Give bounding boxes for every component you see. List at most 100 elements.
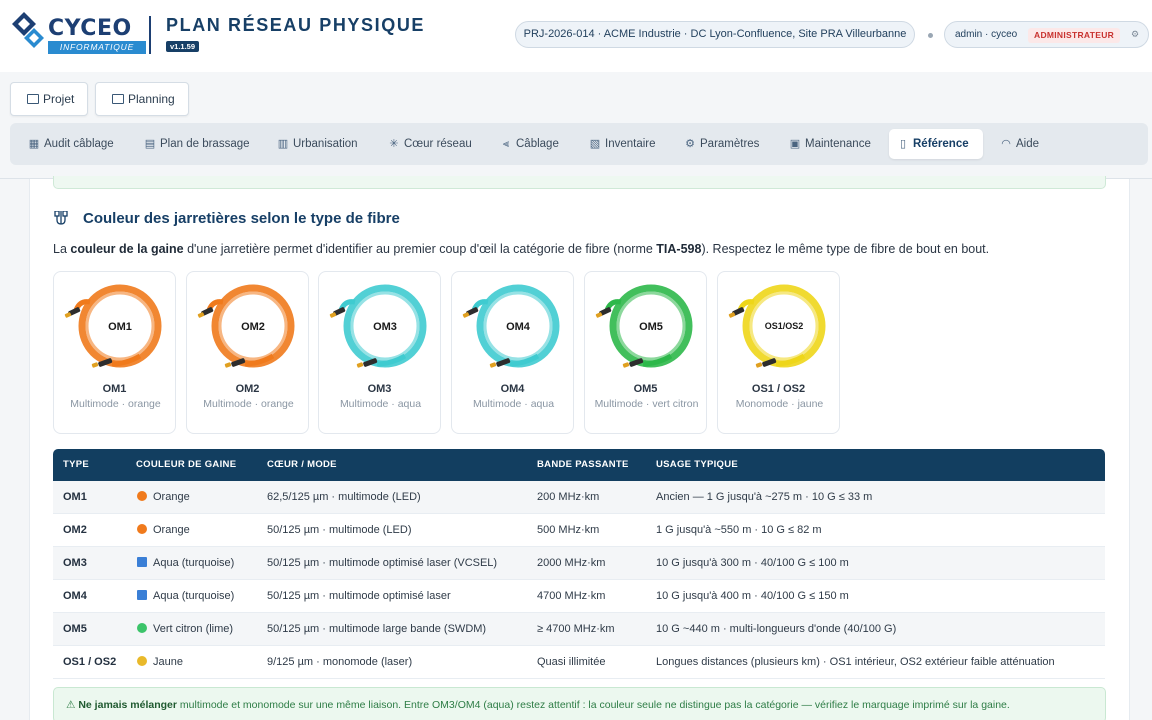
cell-couleur-label: Vert citron (lime) [153, 623, 234, 635]
cell-bande: 500 MHz·km [537, 524, 600, 536]
nav-aide[interactable]: ◠ Aide [992, 129, 1039, 159]
fiber-coil-icon: OM5 [595, 284, 693, 368]
cell-usage: 10 G ~440 m · multi-longueurs d'onde (40… [656, 623, 897, 635]
inventory-icon: ▧ [589, 138, 601, 150]
logo-subtitle: INFORMATIQUE [48, 41, 146, 54]
save-icon: ▣ [789, 138, 801, 150]
nav-label: Maintenance [805, 138, 871, 150]
nav-plan-de-brassage[interactable]: ▤ Plan de brassage [136, 129, 250, 159]
tab-planning-label: Planning [128, 92, 175, 106]
table-row: OM2 Orange 50/125 µm · multimode (LED) 500 … [53, 514, 1105, 547]
settings-gear-icon[interactable]: ⚙ [1131, 29, 1139, 40]
book-icon: ▯ [899, 138, 907, 150]
nav-label: Urbanisation [293, 138, 358, 150]
cable-icon: ⫷ [502, 138, 510, 150]
nav-urbanisation[interactable]: ▥ Urbanisation [269, 129, 358, 159]
tab-projet-label: Projet [43, 92, 75, 106]
tab-planning[interactable]: Planning [95, 82, 189, 116]
audit-icon: ▦ [28, 138, 40, 150]
nav-cablage[interactable]: ⫷ Câblage [492, 129, 559, 159]
cell-bande: 200 MHz·km [537, 491, 600, 503]
warning-text: multimode et monomode sur une même liais… [176, 699, 1010, 711]
user-menu[interactable]: admin · cyceo ADMINISTRATEUR ⚙ [944, 21, 1149, 48]
company-logo[interactable]: CYCEO INFORMATIQUE [12, 10, 146, 58]
nav-parametres[interactable]: ⚙ Paramètres [676, 129, 759, 159]
fiber-description: Multimode · orange [203, 398, 294, 410]
table-row: OM1 Orange 62,5/125 µm · multimode (LED) 20… [53, 481, 1105, 514]
fiber-coil-badge: OM1 [108, 321, 132, 333]
nav-label: Cœur réseau [404, 138, 472, 150]
warning-notice: ⚠ Ne jamais mélanger multimode et monomo… [53, 687, 1106, 720]
cell-couleur: Orange [137, 481, 190, 514]
fiber-connector-icon [54, 211, 68, 225]
fiber-name: OM5 [633, 383, 658, 395]
fiber-card-om1: OM1 OM1 Multimode · orange [53, 271, 176, 434]
cell-couleur: Orange [137, 514, 190, 547]
fiber-coil-badge: OM5 [639, 321, 663, 333]
logo-diamond-icon [12, 12, 44, 48]
cell-type: OM2 [63, 524, 87, 536]
fiber-name: OM3 [367, 383, 392, 395]
logo-name: CYCEO [48, 16, 132, 41]
core-network-icon: ✳ [389, 138, 399, 150]
cell-type: OM1 [63, 491, 87, 503]
fiber-description: Monomode · jaune [735, 398, 824, 410]
app-header: CYCEO INFORMATIQUE PLAN RÉSEAU PHYSIQUE … [0, 0, 1152, 72]
role-badge: ADMINISTRATEUR [1028, 28, 1121, 43]
cell-couleur: Jaune [137, 646, 183, 679]
cell-bande: Quasi illimitée [537, 656, 606, 668]
cell-couleur-label: Orange [153, 524, 190, 536]
intro-bold-norme: TIA-598 [656, 242, 702, 256]
color-swatch-icon [137, 524, 147, 534]
previous-notice-bottom [53, 176, 1106, 189]
section-title: Couleur des jarretières selon le type de… [83, 210, 400, 227]
fiber-card-om3: OM3 OM3 Multimode · aqua [318, 271, 441, 434]
cell-coeur: 62,5/125 µm · multimode (LED) [267, 491, 421, 503]
version-badge: v1.1.59 [166, 41, 200, 52]
section-intro: La couleur de la gaine d'une jarretière … [53, 242, 1113, 256]
table-row: OM4 Aqua (turquoise) 50/125 µm · multimode… [53, 580, 1105, 613]
cell-type: OM3 [63, 557, 87, 569]
fiber-coil-badge: OS1/OS2 [765, 321, 804, 331]
cell-couleur-label: Aqua (turquoise) [153, 557, 235, 569]
cell-couleur-label: Jaune [153, 656, 183, 668]
col-header-coeur: CŒUR / MODE [267, 459, 337, 470]
nav-label: Plan de brassage [160, 138, 250, 150]
nav-label: Câblage [516, 138, 559, 150]
fiber-coil-icon: OS1/OS2 [728, 284, 826, 368]
fiber-coil-icon: OM4 [462, 284, 560, 368]
fiber-coil-badge: OM4 [506, 321, 531, 333]
col-header-usage: USAGE TYPIQUE [656, 459, 739, 470]
main-navigation: ▦ Audit câblage ▤ Plan de brassage ▥ Urbani… [10, 123, 1148, 165]
rack-icon: ▥ [277, 138, 289, 150]
color-swatch-icon [137, 557, 147, 567]
nav-reference[interactable]: ▯ Référence [889, 129, 983, 159]
nav-maintenance[interactable]: ▣ Maintenance [781, 129, 871, 159]
color-swatch-icon [137, 590, 147, 600]
fiber-card-om4: OM4 OM4 Multimode · aqua [451, 271, 574, 434]
cell-usage: Ancien — 1 G jusqu'à ~275 m · 10 G ≤ 33 … [656, 491, 873, 503]
nav-inventaire[interactable]: ▧ Inventaire [581, 129, 656, 159]
fiber-name: OM2 [235, 383, 260, 395]
table-row: OS1 / OS2 Jaune 9/125 µm · monomode (laser… [53, 646, 1105, 679]
cell-couleur-label: Aqua (turquoise) [153, 590, 235, 602]
cell-usage: Longues distances (plusieurs km) · OS1 i… [656, 656, 1055, 668]
project-selector[interactable]: PRJ-2026-014 · ACME Industrie · DC Lyon-… [515, 21, 915, 48]
cell-coeur: 50/125 µm · multimode optimisé laser (VC… [267, 557, 498, 569]
calendar-icon [112, 94, 124, 104]
nav-label: Aide [1016, 138, 1040, 150]
nav-audit-cablage[interactable]: ▦ Audit câblage [20, 129, 114, 159]
fiber-name: OS1 / OS2 [751, 383, 806, 395]
warning-bold: Ne jamais mélanger [78, 699, 177, 711]
nav-label: Paramètres [700, 138, 760, 150]
fiber-coil-icon: OM1 [64, 284, 162, 368]
tab-projet[interactable]: Projet [10, 82, 88, 116]
patch-plan-icon: ▤ [144, 138, 156, 150]
headset-icon: ◠ [1001, 138, 1011, 150]
cell-couleur: Aqua (turquoise) [137, 547, 234, 580]
header-divider [149, 16, 151, 54]
nav-coeur-reseau[interactable]: ✳ Cœur réseau [380, 129, 472, 159]
fiber-coil-icon: OM3 [329, 284, 427, 368]
fiber-description: Multimode · aqua [339, 398, 422, 410]
cell-coeur: 50/125 µm · multimode optimisé laser [267, 590, 451, 602]
